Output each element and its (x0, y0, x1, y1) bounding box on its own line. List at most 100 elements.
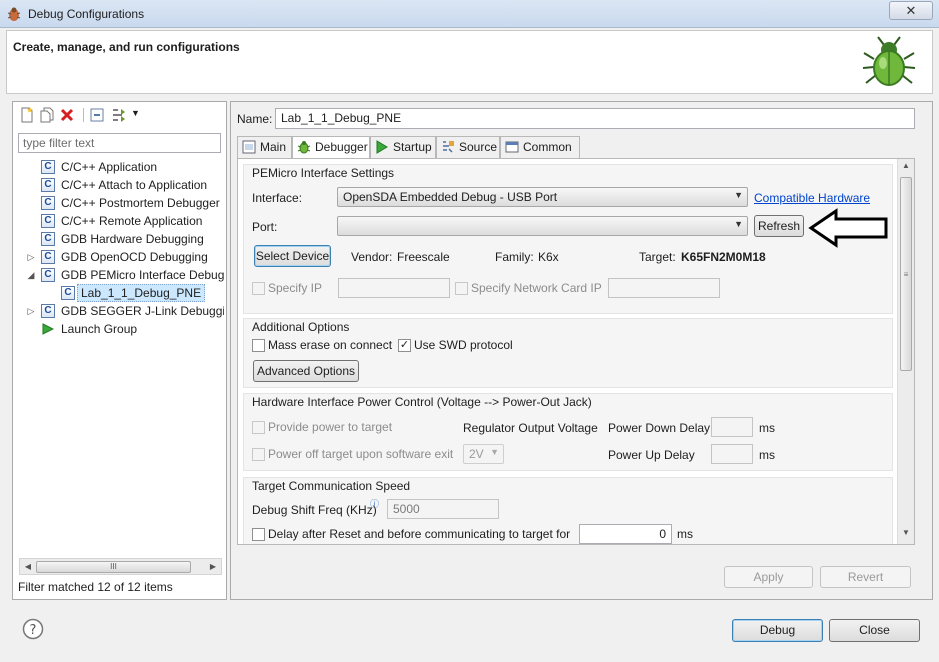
group-title: Additional Options (252, 320, 350, 334)
network-ip-input[interactable] (608, 278, 720, 298)
tab-label: Startup (393, 140, 432, 154)
filter-input[interactable] (18, 133, 221, 153)
name-field[interactable]: Lab_1_1_Debug_PNE (275, 108, 915, 129)
scroll-up-icon[interactable]: ▲ (899, 161, 913, 175)
advanced-options-button[interactable]: Advanced Options (253, 360, 359, 382)
tab-main[interactable]: Main (237, 136, 292, 158)
c-config-icon: C (41, 214, 55, 228)
c-config-icon: C (61, 286, 75, 300)
voltage-value: 2V (469, 447, 484, 461)
target-label: Target: (639, 250, 676, 264)
group-title: Target Communication Speed (252, 479, 411, 493)
revert-button[interactable]: Revert (820, 566, 911, 588)
use-swd-label: Use SWD protocol (414, 338, 513, 352)
tab-label: Common (523, 140, 572, 154)
collapse-all-icon[interactable] (89, 107, 105, 123)
power-up-input[interactable] (711, 444, 753, 464)
c-config-icon: C (41, 304, 55, 318)
specify-ip-checkbox[interactable] (252, 282, 265, 295)
regulator-voltage-label: Regulator Output Voltage (463, 421, 598, 435)
delay-after-reset-checkbox[interactable] (252, 528, 265, 541)
power-down-unit: ms (759, 421, 775, 435)
debug-button[interactable]: Debug (732, 619, 823, 642)
help-icon[interactable]: ? (22, 618, 44, 640)
scroll-right-icon[interactable]: ▶ (206, 560, 220, 574)
tree-item-launch-group[interactable]: Launch Group (13, 320, 226, 338)
configuration-tree-panel: ▼ C C/C++ Application C C/C++ Attach to … (12, 101, 227, 600)
tab-startup[interactable]: Startup (370, 136, 436, 158)
select-device-button[interactable]: Select Device (254, 245, 331, 267)
voltage-select[interactable]: 2V ▼ (463, 444, 504, 464)
tree-item-lab-1-1-debug-pne[interactable]: C Lab_1_1_Debug_PNE (13, 284, 226, 302)
tab-source[interactable]: Source (436, 136, 500, 158)
tree-item-gdb-openocd[interactable]: ▷ C GDB OpenOCD Debugging (13, 248, 226, 266)
shift-freq-label: Debug Shift Freq (KHz) (252, 503, 377, 517)
ip-input[interactable] (338, 278, 450, 298)
power-down-label: Power Down Delay (608, 421, 711, 435)
provide-power-checkbox[interactable] (252, 421, 265, 434)
family-value: K6x (538, 250, 559, 264)
scroll-down-icon[interactable]: ▼ (899, 528, 913, 542)
startup-icon (376, 140, 388, 154)
debugger-tab-content: PEMicro Interface Settings Interface: Op… (237, 158, 915, 545)
tree-item-label: GDB OpenOCD Debugging (61, 250, 208, 264)
tree-item-gdb-pemicro[interactable]: ◢ C GDB PEMicro Interface Debugg (13, 266, 226, 284)
tree-item-cpp-attach[interactable]: C C/C++ Attach to Application (13, 176, 226, 194)
close-button[interactable]: Close (829, 619, 920, 642)
tree-horizontal-scrollbar[interactable]: ◀ III ▶ (19, 558, 222, 575)
tree-item-gdb-hardware[interactable]: C GDB Hardware Debugging (13, 230, 226, 248)
mass-erase-checkbox[interactable] (252, 339, 265, 352)
toolbar-separator (83, 108, 84, 122)
tab-label: Source (459, 140, 498, 154)
delete-icon[interactable] (59, 107, 75, 123)
tree-item-label: Launch Group (61, 322, 138, 336)
refresh-button[interactable]: Refresh (754, 215, 804, 237)
expand-chevron-right-icon[interactable]: ▷ (26, 248, 36, 266)
dialog-header: Create, manage, and run configurations (6, 30, 933, 94)
new-configuration-icon[interactable] (19, 107, 35, 123)
power-off-checkbox[interactable] (252, 448, 265, 461)
tree-item-label: C/C++ Attach to Application (61, 178, 208, 192)
name-label: Name: (237, 112, 273, 126)
family-label: Family: (495, 250, 534, 264)
tree-item-label: GDB Hardware Debugging (61, 232, 204, 246)
bug-icon (297, 141, 311, 154)
annotation-arrow-left-icon (808, 208, 888, 248)
tree-item-cpp-postmortem[interactable]: C C/C++ Postmortem Debugger (13, 194, 226, 212)
window-close-button[interactable]: ✕ (889, 1, 933, 20)
collapse-chevron-down-icon[interactable]: ◢ (26, 266, 36, 284)
tree-item-gdb-segger[interactable]: ▷ C GDB SEGGER J-Link Debugging (13, 302, 226, 320)
tab-debugger[interactable]: Debugger (292, 136, 370, 159)
port-select[interactable]: ▼ (337, 216, 748, 236)
tab-common[interactable]: Common (500, 136, 580, 158)
tree-item-cpp-remote[interactable]: C C/C++ Remote Application (13, 212, 226, 230)
c-config-icon: C (41, 160, 55, 174)
duplicate-icon[interactable] (39, 107, 55, 123)
compatible-hardware-link[interactable]: Compatible Hardware (754, 191, 870, 205)
window-title: Debug Configurations (28, 7, 145, 21)
main-tab-icon (242, 140, 256, 154)
apply-button[interactable]: Apply (724, 566, 813, 588)
delay-input[interactable]: 0 (579, 524, 672, 544)
filter-icon[interactable] (111, 107, 127, 123)
filter-menu-chevron-down-icon[interactable]: ▼ (131, 108, 140, 118)
expand-chevron-right-icon[interactable]: ▷ (26, 302, 36, 320)
scroll-thumb[interactable]: III (36, 561, 191, 573)
shift-freq-input[interactable]: 5000 (387, 499, 499, 519)
c-config-icon: C (41, 232, 55, 246)
power-up-label: Power Up Delay (608, 448, 695, 462)
use-swd-checkbox[interactable]: ✓ (398, 339, 411, 352)
vendor-label: Vendor: (351, 250, 393, 264)
interface-select[interactable]: OpenSDA Embedded Debug - USB Port ▼ (337, 187, 748, 207)
scroll-left-icon[interactable]: ◀ (21, 560, 35, 574)
tree-item-label: C/C++ Postmortem Debugger (61, 196, 220, 210)
power-down-input[interactable] (711, 417, 753, 437)
scroll-thumb[interactable]: ≡ (900, 177, 912, 371)
content-vertical-scrollbar[interactable]: ▲ ≡ ▼ (897, 159, 914, 544)
configuration-editor-panel: Name: Lab_1_1_Debug_PNE Main Debugger St… (230, 101, 933, 600)
power-up-unit: ms (759, 448, 775, 462)
tree-item-label: C/C++ Remote Application (61, 214, 203, 228)
tree-item-cpp-application[interactable]: C C/C++ Application (13, 158, 226, 176)
communication-speed-group: Target Communication Speed Debug Shift F… (243, 477, 893, 544)
specify-network-checkbox[interactable] (455, 282, 468, 295)
